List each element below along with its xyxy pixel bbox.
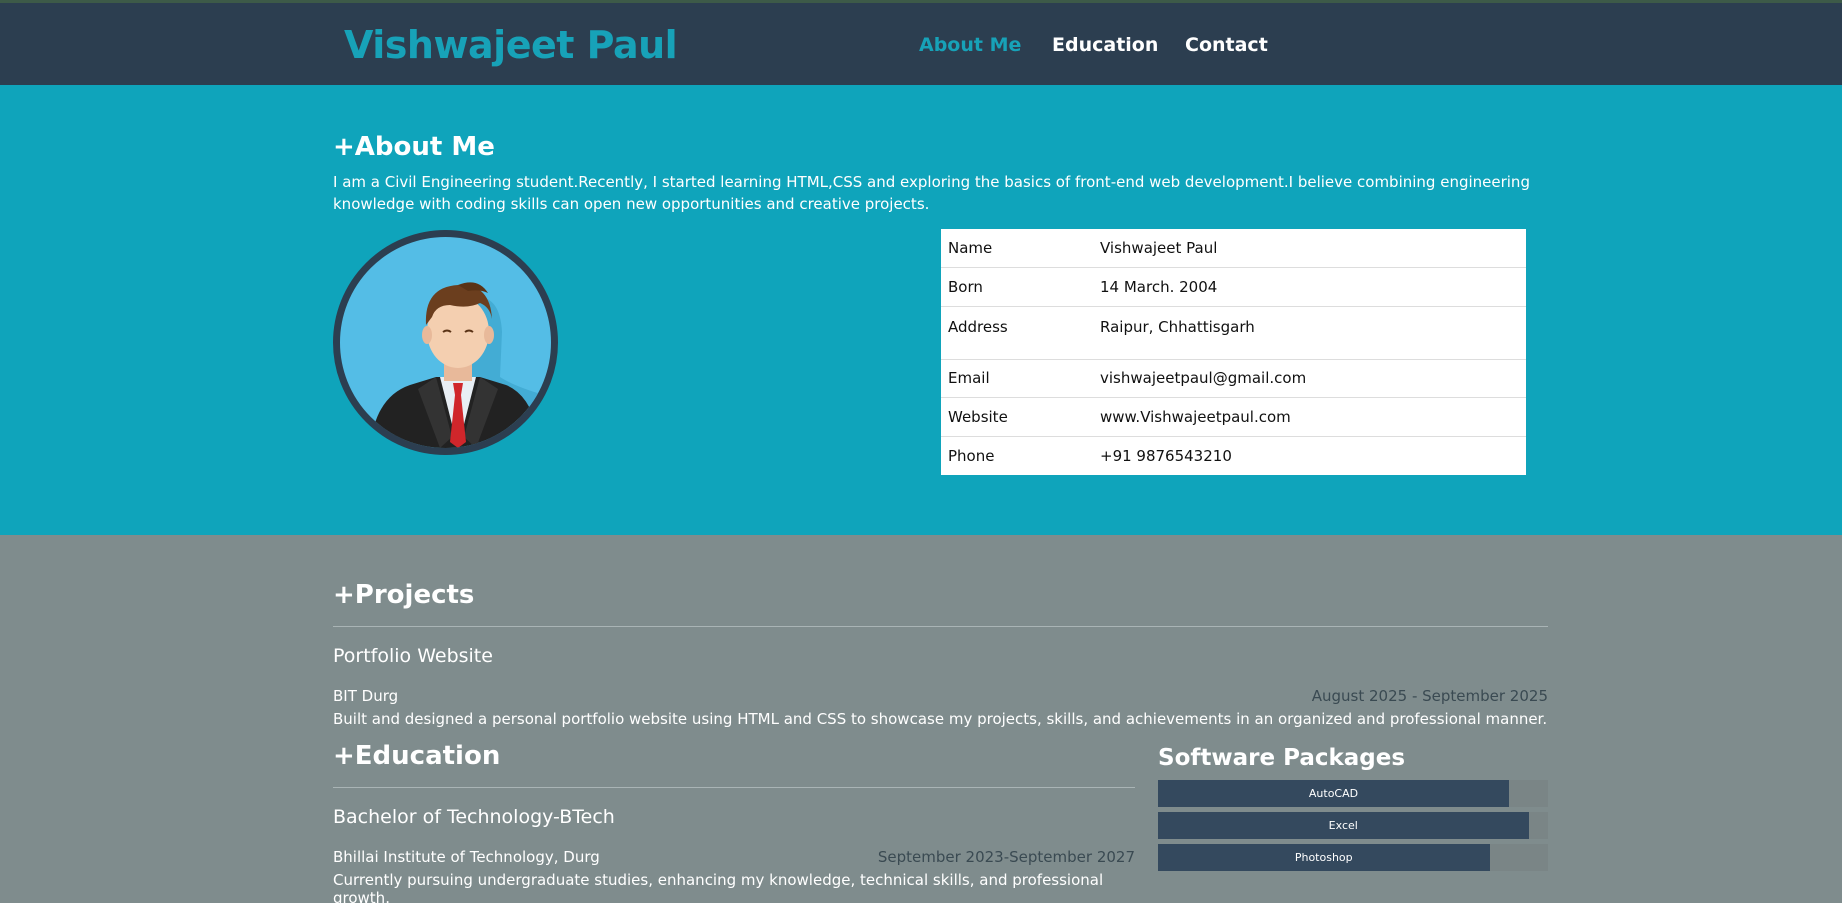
- info-key: Name: [941, 229, 1093, 268]
- site-header: Vishwajeet Paul About Me Education Conta…: [0, 3, 1842, 85]
- about-section: +About Me I am a Civil Engineering stude…: [0, 85, 1842, 535]
- info-row-phone: Phone +91 9876543210: [941, 436, 1526, 475]
- skill-bar-photoshop: Photoshop: [1158, 844, 1548, 871]
- info-row-born: Born 14 March. 2004: [941, 267, 1526, 307]
- info-key: Address: [941, 306, 1093, 360]
- nav-about-me[interactable]: About Me: [919, 34, 1021, 56]
- nav-contact[interactable]: Contact: [1185, 34, 1268, 56]
- info-row-email: Email vishwajeetpaul@gmail.com: [941, 359, 1526, 398]
- info-value: vishwajeetpaul@gmail.com: [1093, 359, 1526, 398]
- skill-bar-excel: Excel: [1158, 812, 1548, 839]
- avatar-illustration: [370, 282, 551, 448]
- project-description: Built and designed a personal portfolio …: [333, 710, 1548, 728]
- education-description: Currently pursuing undergraduate studies…: [333, 871, 1104, 903]
- person-avatar-icon: [333, 230, 558, 455]
- info-value: 14 March. 2004: [1093, 267, 1526, 307]
- info-key: Email: [941, 359, 1093, 398]
- personal-info-table: Name Vishwajeet Paul Born 14 March. 2004…: [941, 229, 1526, 475]
- projects-divider: [333, 626, 1548, 627]
- project-organization: BIT Durg: [333, 687, 399, 705]
- education-heading: +Education: [333, 741, 501, 771]
- info-row-name: Name Vishwajeet Paul: [941, 229, 1526, 268]
- education-title: Bachelor of Technology-BTech: [333, 806, 615, 828]
- project-title: Portfolio Website: [333, 645, 493, 667]
- info-value: Vishwajeet Paul: [1093, 229, 1526, 268]
- software-heading: Software Packages: [1158, 745, 1406, 771]
- education-divider: [333, 787, 1135, 788]
- education-institution: Bhillai Institute of Technology, Durg: [333, 848, 600, 866]
- site-logo[interactable]: Vishwajeet Paul: [344, 23, 678, 67]
- skill-fill: Photoshop: [1158, 844, 1490, 871]
- about-heading: +About Me: [333, 132, 495, 162]
- skill-fill: AutoCAD: [1158, 780, 1509, 807]
- about-description: I am a Civil Engineering student.Recentl…: [333, 173, 1530, 213]
- nav-education[interactable]: Education: [1052, 34, 1158, 56]
- projects-heading: +Projects: [333, 580, 475, 610]
- project-dates: August 2025 - September 2025: [1311, 687, 1548, 705]
- education-dates: September 2023-September 2027: [877, 848, 1135, 866]
- info-value: www.Vishwajeetpaul.com: [1093, 397, 1526, 437]
- info-value: +91 9876543210: [1100, 446, 1232, 465]
- info-key: Website: [941, 397, 1093, 437]
- skill-bar-autocad: AutoCAD: [1158, 780, 1548, 807]
- info-row-address: Address Raipur, Chhattisgarh: [941, 306, 1526, 360]
- info-row-website: Website www.Vishwajeetpaul.com: [941, 397, 1526, 437]
- info-key: Born: [941, 267, 1093, 307]
- skill-fill: Excel: [1158, 812, 1529, 839]
- info-value: Raipur, Chhattisgarh: [1093, 306, 1526, 360]
- info-key: Phone: [948, 446, 995, 465]
